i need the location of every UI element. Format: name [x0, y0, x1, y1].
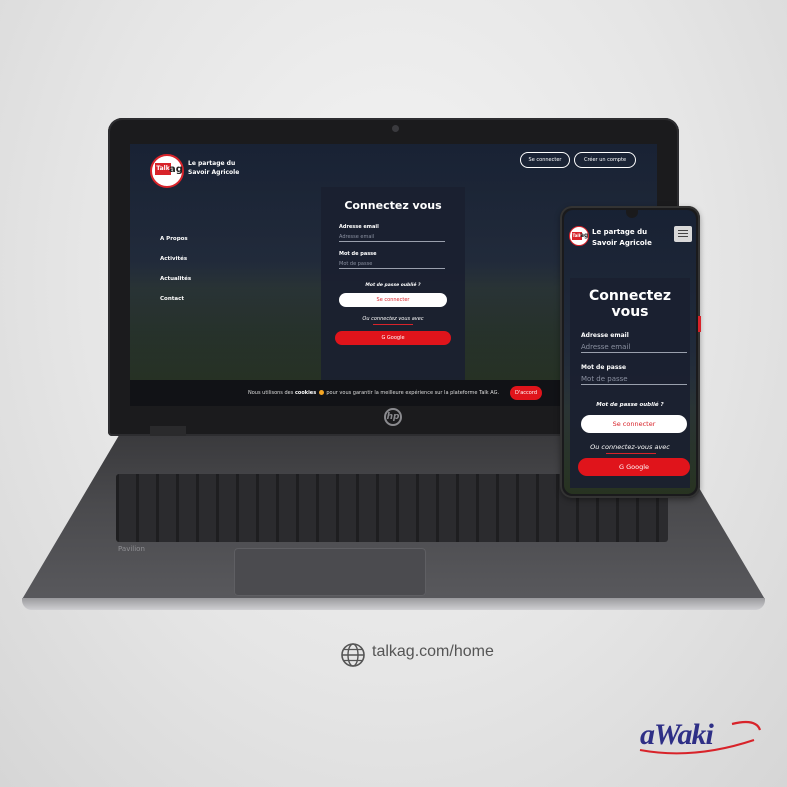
- hp-logo-icon: hp: [384, 408, 402, 426]
- phone-site-tagline: Le partage du Savoir Agricole: [592, 227, 652, 249]
- touchpad: [234, 548, 426, 596]
- email-label: Adresse email: [339, 224, 379, 230]
- phone-password-field[interactable]: Mot de passe: [581, 374, 687, 385]
- tagline-line-1: Le partage du: [188, 160, 236, 167]
- phone-email-field[interactable]: Adresse email: [581, 342, 687, 353]
- email-field[interactable]: Adresse email: [339, 233, 445, 242]
- talkag-logo[interactable]: Talk ag: [150, 154, 184, 188]
- phone-or-connect-text: Ou connectez-vous avec: [590, 443, 670, 451]
- phone-email-label: Adresse email: [581, 332, 629, 339]
- password-field[interactable]: Mot de passe: [339, 260, 445, 269]
- phone-login-title-line-2: vous: [611, 304, 649, 320]
- phone-talkag-logo[interactable]: Talk ag: [569, 226, 589, 246]
- site-tagline: Le partage du Savoir Agricole: [188, 159, 239, 177]
- site-url[interactable]: talkag.com/home: [372, 643, 494, 661]
- header-login-button[interactable]: Se connecter: [520, 152, 570, 168]
- tagline-line-2: Savoir Agricole: [188, 169, 240, 176]
- phone-notch: [626, 210, 638, 218]
- header-signup-button[interactable]: Créer un compte: [574, 152, 636, 168]
- cookie-text-before: Nous utilisons des: [248, 390, 294, 396]
- login-submit-button[interactable]: Se connecter: [339, 293, 447, 307]
- phone-google-login-button[interactable]: G Google: [578, 458, 690, 476]
- logo-ag-text: ag: [169, 164, 183, 175]
- phone-login-submit-button[interactable]: Se connecter: [581, 415, 687, 433]
- forgot-password-link[interactable]: Mot de passe oublié ?: [321, 283, 465, 288]
- cookie-text-bold: cookies: [294, 390, 317, 396]
- phone-or-underline: [606, 453, 656, 454]
- phone-forgot-password-link[interactable]: Mot de passe oublié ?: [570, 402, 690, 408]
- phone-login-card: Connectez vous Adresse email Adresse ema…: [570, 278, 690, 488]
- cookie-icon: [318, 390, 324, 395]
- login-card: Connectez vous Adresse email Adresse ema…: [321, 187, 465, 392]
- awaki-logo: aWaki: [640, 718, 714, 751]
- pavilion-label: Pavilion: [118, 545, 145, 553]
- phone-screen: Talk ag Le partage du Savoir Agricole Co…: [564, 210, 696, 494]
- or-underline: [373, 324, 413, 325]
- side-nav: A Propos Activités Actualités Contact: [160, 236, 191, 316]
- google-login-button[interactable]: G Google: [335, 331, 451, 345]
- phone-login-title: Connectez vous: [570, 288, 690, 320]
- phone-side-button: [698, 316, 701, 332]
- password-label: Mot de passe: [339, 251, 377, 257]
- globe-icon: [341, 643, 365, 667]
- webcam-icon: [392, 125, 399, 132]
- nav-item-a-propos[interactable]: A Propos: [160, 236, 191, 242]
- phone-login-title-line-1: Connectez: [589, 288, 671, 304]
- cookie-text-after: pour vous garantir la meilleure expérien…: [326, 390, 500, 396]
- phone-password-label: Mot de passe: [581, 364, 627, 371]
- login-title: Connectez vous: [344, 199, 442, 212]
- phone-tagline-line-1: Le partage du: [592, 228, 648, 236]
- nav-item-actualites[interactable]: Actualités: [160, 276, 191, 282]
- or-connect-text: Ou connectez vous avec: [362, 316, 424, 322]
- nav-item-contact[interactable]: Contact: [160, 296, 191, 302]
- phone-device: Talk ag Le partage du Savoir Agricole Co…: [560, 206, 700, 498]
- google-button-label: Google: [386, 335, 405, 341]
- phone-tagline-line-2: Savoir Agricole: [592, 239, 652, 247]
- cookie-accept-button[interactable]: D'accord: [510, 386, 542, 400]
- hamburger-menu-icon[interactable]: [674, 226, 692, 242]
- laptop-base-edge: [22, 598, 765, 610]
- phone-google-button-label: Google: [626, 463, 650, 471]
- phone-logo-ag-text: ag: [580, 232, 589, 239]
- nav-item-activites[interactable]: Activités: [160, 256, 191, 262]
